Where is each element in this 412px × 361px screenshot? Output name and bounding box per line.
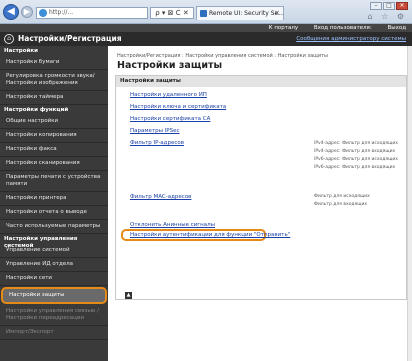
sidebar-section-heading: Настройки управления системой — [4, 236, 78, 249]
top-links: К порталу Вход пользователя: Выход — [255, 24, 406, 32]
address-tools[interactable]: ρ ▾ ⊠ C ✕ — [150, 7, 194, 19]
ip-filter-note: IPv6-адрес: Фильтр для исходящих — [314, 157, 398, 162]
tab-close-icon[interactable]: × — [274, 7, 280, 20]
window-controls: – □ ✕ — [370, 2, 408, 10]
mac-filter-note: Фильтр для исходящих — [314, 194, 370, 199]
sidebar-item[interactable]: Настройки сканирования — [0, 157, 108, 171]
address-bar[interactable]: http://... — [36, 7, 148, 19]
page-favicon-icon — [200, 10, 207, 17]
header-title: Настройки/Регистрация — [18, 34, 122, 43]
logout-link[interactable]: Выход — [387, 25, 406, 31]
breadcrumb: Настройки/Регистрация : Настройки управл… — [117, 53, 328, 59]
back-button[interactable]: ◀ — [3, 4, 19, 20]
tab-title: Remote UI: Security Se... — [209, 10, 284, 17]
close-window-button[interactable]: ✕ — [396, 2, 408, 10]
sidebar-item[interactable]: Настройки сети — [0, 272, 108, 286]
settings-home-icon[interactable]: ⌂ — [4, 34, 14, 44]
tab-remote-ui[interactable]: Remote UI: Security Se... × — [196, 6, 284, 20]
sidebar-item[interactable]: Импорт/Экспорт — [0, 326, 108, 340]
ip-filter-note: IPv4-адрес: Фильтр для исходящих — [314, 141, 398, 146]
forward-button[interactable]: ▶ — [21, 6, 33, 18]
mac-filter-note: Фильтр для входящих — [314, 202, 368, 207]
sidebar-item[interactable]: Управление системой — [0, 244, 108, 258]
sidebar-item[interactable]: Настройки принтера — [0, 192, 108, 206]
remote-ui-settings-link[interactable]: Настройки удаленного ИП — [130, 92, 207, 98]
panel-heading: Настройки защиты — [116, 76, 406, 87]
admin-messages-link[interactable]: Сообщения администратору системы — [296, 32, 406, 46]
ie-icon — [39, 9, 47, 17]
sidebar-section-heading: Настройки функций — [4, 107, 69, 113]
ip-filter-link[interactable]: Фильтр IP-адресов — [130, 140, 184, 146]
main-content: Настройки/Регистрация : Настройки управл… — [108, 46, 412, 361]
mac-filter-link[interactable]: Фильтр MAC-адресов — [130, 194, 191, 200]
keys-certificates-link[interactable]: Настройки ключа и сертификата — [130, 104, 226, 110]
ca-certificates-link[interactable]: Настройки сертификата CA — [130, 116, 210, 122]
address-text: http://... — [49, 9, 74, 16]
user-login-label: Вход пользователя: — [313, 25, 372, 31]
header-bar: ⌂ Настройки/Регистрация Сообщения админи… — [0, 32, 412, 46]
maximize-button[interactable]: □ — [383, 2, 395, 10]
minimize-button[interactable]: – — [370, 2, 382, 10]
browser-toolbar-icons[interactable]: ⌂ ☆ ⚙ — [367, 12, 407, 21]
page-scrollbar[interactable] — [407, 46, 412, 361]
sidebar-item[interactable]: Параметры печати с устройства памяти — [0, 171, 108, 192]
browser-chrome: ◀ ▶ http://... ρ ▾ ⊠ C ✕ Remote UI: Secu… — [0, 0, 412, 24]
sidebar-item-security-selected[interactable]: Настройки защиты — [1, 287, 107, 304]
reject-unknown-link[interactable]: Отклонить Анинные сигналы — [130, 222, 215, 228]
sidebar-item[interactable]: Настройки факса — [0, 143, 108, 157]
sidebar-item[interactable]: Общие настройки — [0, 115, 108, 129]
sidebar-item[interactable]: Настройки таймера — [0, 91, 108, 105]
page-title: Настройки защиты — [117, 60, 223, 71]
send-auth-settings-link[interactable]: Настройки аутентификации для функции "От… — [130, 232, 290, 238]
sidebar-item[interactable]: Управление ИД отдела — [0, 258, 108, 272]
sidebar-item[interactable]: Регулировка громкости звука/Настройки из… — [0, 70, 108, 91]
sidebar-section-heading: Настройки — [4, 48, 38, 54]
portal-link[interactable]: К порталу — [269, 25, 298, 31]
sidebar-item[interactable]: Часто используемые параметры — [0, 220, 108, 234]
scroll-to-top-icon[interactable]: ▲ — [125, 292, 132, 299]
sidebar-item[interactable]: Настройки отчета о выводе — [0, 206, 108, 220]
sidebar: Настройки Настройки бумаги Регулировка гро… — [0, 46, 108, 361]
sidebar-item[interactable]: Настройки управления связью / Настройки … — [0, 305, 108, 326]
sidebar-item[interactable]: Настройки бумаги — [0, 56, 108, 70]
ipsec-link[interactable]: Параметры IPSec — [130, 128, 180, 134]
top-bar: К порталу Вход пользователя: Выход — [0, 24, 412, 32]
security-panel: Настройки защиты Настройки удаленного ИП… — [115, 75, 407, 300]
sidebar-item[interactable]: Настройки копирования — [0, 129, 108, 143]
ip-filter-note: IPv6-адрес: Фильтр для входящих — [314, 165, 396, 170]
ip-filter-note: IPv4-адрес: Фильтр для входящих — [314, 149, 396, 154]
